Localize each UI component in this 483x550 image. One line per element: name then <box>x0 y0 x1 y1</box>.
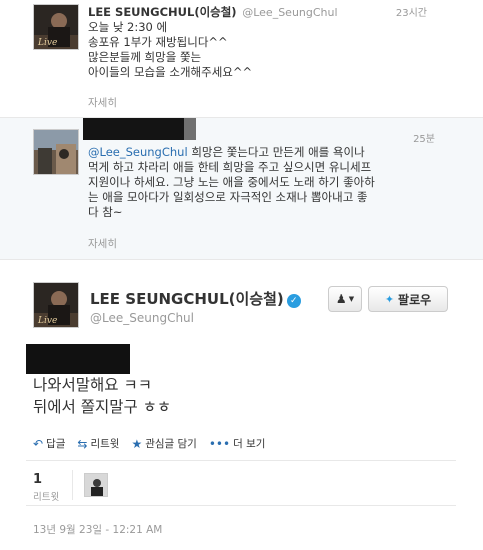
retweet-label: 리트윗 <box>90 438 120 450</box>
reply-label: 답글 <box>46 438 66 450</box>
tweet-line: 나와서말해요 ㅋㅋ <box>33 376 153 394</box>
mention-link[interactable]: @Lee_SeungChul <box>88 145 188 159</box>
tweet-line: 오늘 낮 2:30 에 <box>88 20 168 34</box>
reply-icon: ↶ <box>33 436 44 451</box>
retweet-button[interactable]: ⇆ 리트윗 <box>77 436 119 451</box>
retweeter-avatar[interactable] <box>84 473 108 497</box>
user-name-text[interactable]: LEE SEUNGCHUL(이승철) <box>90 290 284 308</box>
retweet-count[interactable]: 1 <box>33 472 42 487</box>
svg-text:Live: Live <box>37 316 57 326</box>
tweet-line: 아이들의 모습을 소개해주세요^^ <box>88 65 253 79</box>
follow-label: 팔로우 <box>398 292 432 307</box>
redacted-name <box>83 118 187 140</box>
svg-text:Live: Live <box>37 38 57 48</box>
user-actions-button[interactable]: ♟ ▼ <box>328 286 362 312</box>
tweet-line: 는 애을 모아다가 일회성으로 자극적인 소재나 뽑아내고 좋 <box>88 190 368 204</box>
tweet-line: @Lee_SeungChul 희망은 쫓는다고 만든게 애를 욕이나 <box>88 145 456 160</box>
tweet-time[interactable]: 23시간 <box>396 4 427 19</box>
tweet-time[interactable]: 25분 <box>413 130 435 145</box>
more-label: 더 보기 <box>233 438 266 450</box>
favorite-label: 관심글 담기 <box>145 438 197 450</box>
divider <box>26 505 456 506</box>
tweet-line-text: 희망은 쫓는다고 만든게 애를 욕이나 <box>187 145 365 159</box>
tweet-text: @Lee_SeungChul 희망은 쫓는다고 만든게 애를 욕이나 먹게 하고… <box>88 145 456 220</box>
tweet-line: 송포유 1부가 재방됩니다^^ <box>88 35 228 49</box>
retweet-icon: ⇆ <box>77 436 88 451</box>
reply-button[interactable]: ↶ 답글 <box>33 436 65 451</box>
divider <box>26 460 456 461</box>
person-icon: ♟ <box>335 292 347 306</box>
user-handle[interactable]: @Lee_SeungChul <box>90 311 194 325</box>
more-button[interactable]: ••• 더 보기 <box>209 436 266 451</box>
tweet-header: LEE SEUNGCHUL(이승철) @Lee_SeungChul <box>88 4 338 20</box>
star-icon: ★ <box>131 436 143 451</box>
tweet-actions: ↶ 답글 ⇆ 리트윗 ★ 관심글 담기 ••• 더 보기 <box>33 436 265 451</box>
chevron-down-icon: ▼ <box>348 295 355 303</box>
tweet-line: 먹게 하고 차라리 애들 한테 희망을 주고 싶으시면 유니세프 <box>88 160 372 174</box>
verified-check-icon: ✓ <box>286 294 301 308</box>
stat-separator <box>72 470 73 500</box>
tweet-line: 지원이나 하세요. 그냥 노는 애을 중에서도 노래 하기 좋아하 <box>88 175 375 189</box>
redacted-name-fade <box>184 118 196 140</box>
user-name[interactable]: LEE SEUNGCHUL(이승철) ✓ <box>90 288 301 309</box>
user-name[interactable]: LEE SEUNGCHUL(이승철) <box>88 5 237 19</box>
tweet-line: 많은분들께 희망을 쫓는 <box>88 50 202 64</box>
user-handle[interactable]: @Lee_SeungChul <box>242 6 337 19</box>
tweet-datetime[interactable]: 13년 9월 23일 - 12:21 AM <box>33 522 162 537</box>
favorite-button[interactable]: ★ 관심글 담기 <box>131 436 196 451</box>
twitter-bird-icon: ✦ <box>384 292 395 306</box>
tweet-line: 뒤에서 쫄지말구 ㅎㅎ <box>33 398 172 416</box>
avatar[interactable] <box>33 129 79 175</box>
expand-link[interactable]: 자세히 <box>88 95 117 110</box>
redacted-text <box>26 344 130 374</box>
expand-link[interactable]: 자세히 <box>88 236 117 251</box>
avatar[interactable]: Live <box>33 282 79 328</box>
tweet-text: 나와서말해요 ㅋㅋ 뒤에서 쫄지말구 ㅎㅎ <box>33 374 171 418</box>
follow-button[interactable]: ✦ 팔로우 <box>368 286 448 312</box>
avatar[interactable]: Live <box>33 4 79 50</box>
retweet-count-label: 리트윗 <box>33 492 60 503</box>
tweet-line: 다 참~ <box>88 205 123 219</box>
more-dots-icon: ••• <box>208 436 231 451</box>
tweet-text: 오늘 낮 2:30 에 송포유 1부가 재방됩니다^^ 많은분들께 희망을 쫓는… <box>88 20 252 80</box>
